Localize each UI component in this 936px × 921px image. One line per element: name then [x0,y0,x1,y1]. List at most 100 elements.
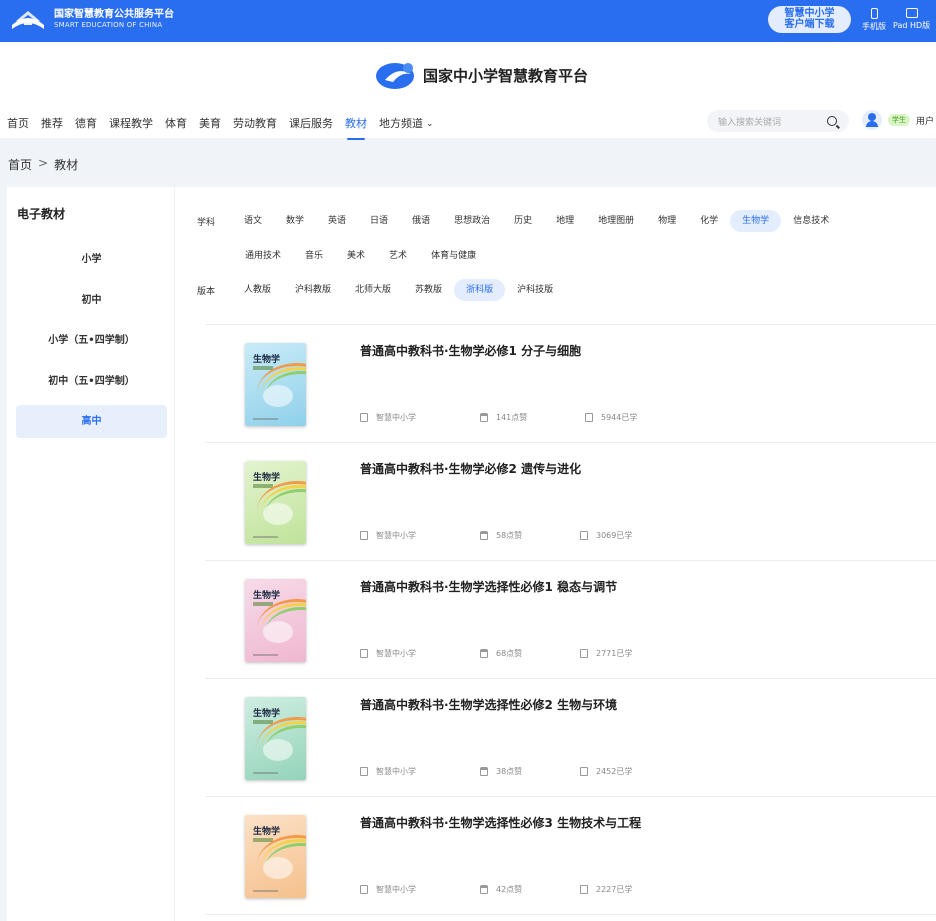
book-icon [360,649,368,658]
brand-logo-icon [8,7,48,33]
book-title[interactable]: 普通高中教科书·生物学选择性必修3 生物技术与工程 [360,814,641,831]
likes-label: 68点赞 [496,649,523,658]
book-title[interactable]: 普通高中教科书·生物学必修1 分子与细胞 [360,342,581,359]
user-name[interactable]: 用户 [916,114,934,127]
book-likes: 38点赞 [480,766,522,777]
nav-item-sports[interactable]: 体育 [165,112,187,136]
book-icon [360,885,368,894]
subject-chip[interactable]: 艺术 [377,245,419,267]
nav-item-local-channel[interactable]: 地方频道 ⌄ [379,112,434,136]
book-publisher: 智慧中小学 [360,648,416,659]
cover-footer [253,418,278,420]
subject-chip[interactable]: 思想政治 [442,210,502,232]
site-title[interactable]: 国家中小学智慧教育平台 [375,60,588,90]
sidebar-item-senior[interactable]: 高中 [16,405,167,438]
likes-label: 141点赞 [496,413,528,422]
nav-label: 德育 [75,117,97,130]
subject-chip[interactable]: 地理 [544,210,586,232]
edition-chip[interactable]: 沪科技版 [505,279,565,301]
learners-label: 5944已学 [601,413,638,422]
nav-item-arts[interactable]: 美育 [199,112,221,136]
book-cover[interactable]: 生物学 [245,461,306,544]
brand[interactable]: 国家智慧教育公共服务平台 SMART EDUCATION OF CHINA [8,7,174,33]
tablet-icon [905,8,918,18]
search-input[interactable] [707,112,817,134]
document-icon [580,531,588,540]
nav-label: 劳动教育 [233,117,277,130]
book-item[interactable]: 生物学 普通高中教科书·生物学选择性必修1 稳态与调节 智慧中小学 68点赞 2… [205,561,936,679]
cover-footer [253,536,278,538]
nav-item-textbooks[interactable]: 教材 [345,112,367,140]
book-title[interactable]: 普通高中教科书·生物学选择性必修1 稳态与调节 [360,578,617,595]
edition-chip[interactable]: 北师大版 [343,279,403,301]
book-cover[interactable]: 生物学 [245,815,306,898]
nav-label: 推荐 [41,117,63,130]
book-publisher: 智慧中小学 [360,530,416,541]
book-cover[interactable]: 生物学 [245,697,306,780]
thumb-up-icon [480,531,488,540]
subject-chip[interactable]: 美术 [335,245,377,267]
nav-item-courses[interactable]: 课程教学 [109,112,153,136]
book-title[interactable]: 普通高中教科书·生物学必修2 遗传与进化 [360,460,581,477]
breadcrumb-home[interactable]: 首页 [8,156,32,173]
book-cover[interactable]: 生物学 [245,343,306,426]
search-box [707,110,849,134]
mobile-version-label: 手机版 [862,22,886,31]
edition-chip[interactable]: 苏教版 [403,279,454,301]
subject-filter-row-1: 学科 语文 数学 英语 日语 俄语 思想政治 历史 地理 地理图册 物理 化学 … [197,210,841,232]
subject-chip[interactable]: 俄语 [400,210,442,232]
book-item[interactable]: 生物学 普通高中教科书·生物学必修1 分子与细胞 智慧中小学 141点赞 594… [205,325,936,443]
subject-chip[interactable]: 日语 [358,210,400,232]
sidebar-item-junior-54[interactable]: 初中（五•四学制） [16,365,167,398]
sidebar-item-primary[interactable]: 小学 [16,243,167,276]
nav-item-after-school[interactable]: 课后服务 [289,112,333,136]
cover-title: 生物学 [253,709,281,719]
book-item[interactable]: 生物学 普通高中教科书·生物学选择性必修3 生物技术与工程 智慧中小学 42点赞… [205,797,936,915]
book-item[interactable]: 生物学 普通高中教科书·生物学选择性必修2 生物与环境 智慧中小学 38点赞 2… [205,679,936,797]
cover-title: 生物学 [253,591,281,601]
book-item[interactable]: 生物学 普通高中教科书·生物学必修2 遗传与进化 智慧中小学 58点赞 3069… [205,443,936,561]
nav-item-home[interactable]: 首页 [7,112,29,136]
edition-chip-active[interactable]: 浙科版 [454,279,506,301]
edition-chip[interactable]: 沪科教版 [283,279,343,301]
sidebar-item-primary-54[interactable]: 小学（五•四学制） [16,324,167,357]
site-logo-icon [375,60,419,90]
publisher-label: 智慧中小学 [376,413,416,422]
book-learners: 2452已学 [580,766,632,777]
publisher-label: 智慧中小学 [376,531,416,540]
subject-chip[interactable]: 音乐 [293,245,335,267]
subject-chip[interactable]: 化学 [688,210,730,232]
site-name: 国家中小学智慧教育平台 [423,66,589,85]
nav-item-recommend[interactable]: 推荐 [41,112,63,136]
search-icon[interactable] [827,116,837,126]
subject-chip[interactable]: 物理 [646,210,688,232]
book-icon [360,531,368,540]
client-download-button[interactable]: 智慧中小学 客户端下载 [768,6,851,33]
nav-item-labor[interactable]: 劳动教育 [233,112,277,136]
avatar[interactable] [862,110,882,130]
subject-chip-active[interactable]: 生物学 [730,210,782,232]
subject-chip[interactable]: 通用技术 [233,245,293,267]
user-area[interactable]: 学生 用户 [862,110,934,130]
document-icon [580,885,588,894]
book-cover[interactable]: 生物学 [245,579,306,662]
book-title[interactable]: 普通高中教科书·生物学选择性必修2 生物与环境 [360,696,617,713]
subject-chip[interactable]: 语文 [232,210,274,232]
document-icon [580,767,588,776]
subject-chip[interactable]: 数学 [274,210,316,232]
nav-item-moral[interactable]: 德育 [75,112,97,136]
subject-chip[interactable]: 历史 [502,210,544,232]
edition-filter-row: 版本 人教版 沪科教版 北师大版 苏教版 浙科版 沪科技版 [197,279,565,301]
learners-label: 2227已学 [596,885,633,894]
pad-version-link[interactable]: Pad HD版 [893,8,930,31]
mobile-version-link[interactable]: 手机版 [862,8,886,32]
sidebar-item-junior[interactable]: 初中 [16,284,167,317]
document-icon [580,649,588,658]
likes-label: 58点赞 [496,531,523,540]
subject-chip[interactable]: 体育与健康 [419,245,488,267]
likes-label: 38点赞 [496,767,523,776]
subject-chip[interactable]: 英语 [316,210,358,232]
subject-chip[interactable]: 信息技术 [781,210,841,232]
subject-chip[interactable]: 地理图册 [586,210,646,232]
edition-chip[interactable]: 人教版 [232,279,283,301]
